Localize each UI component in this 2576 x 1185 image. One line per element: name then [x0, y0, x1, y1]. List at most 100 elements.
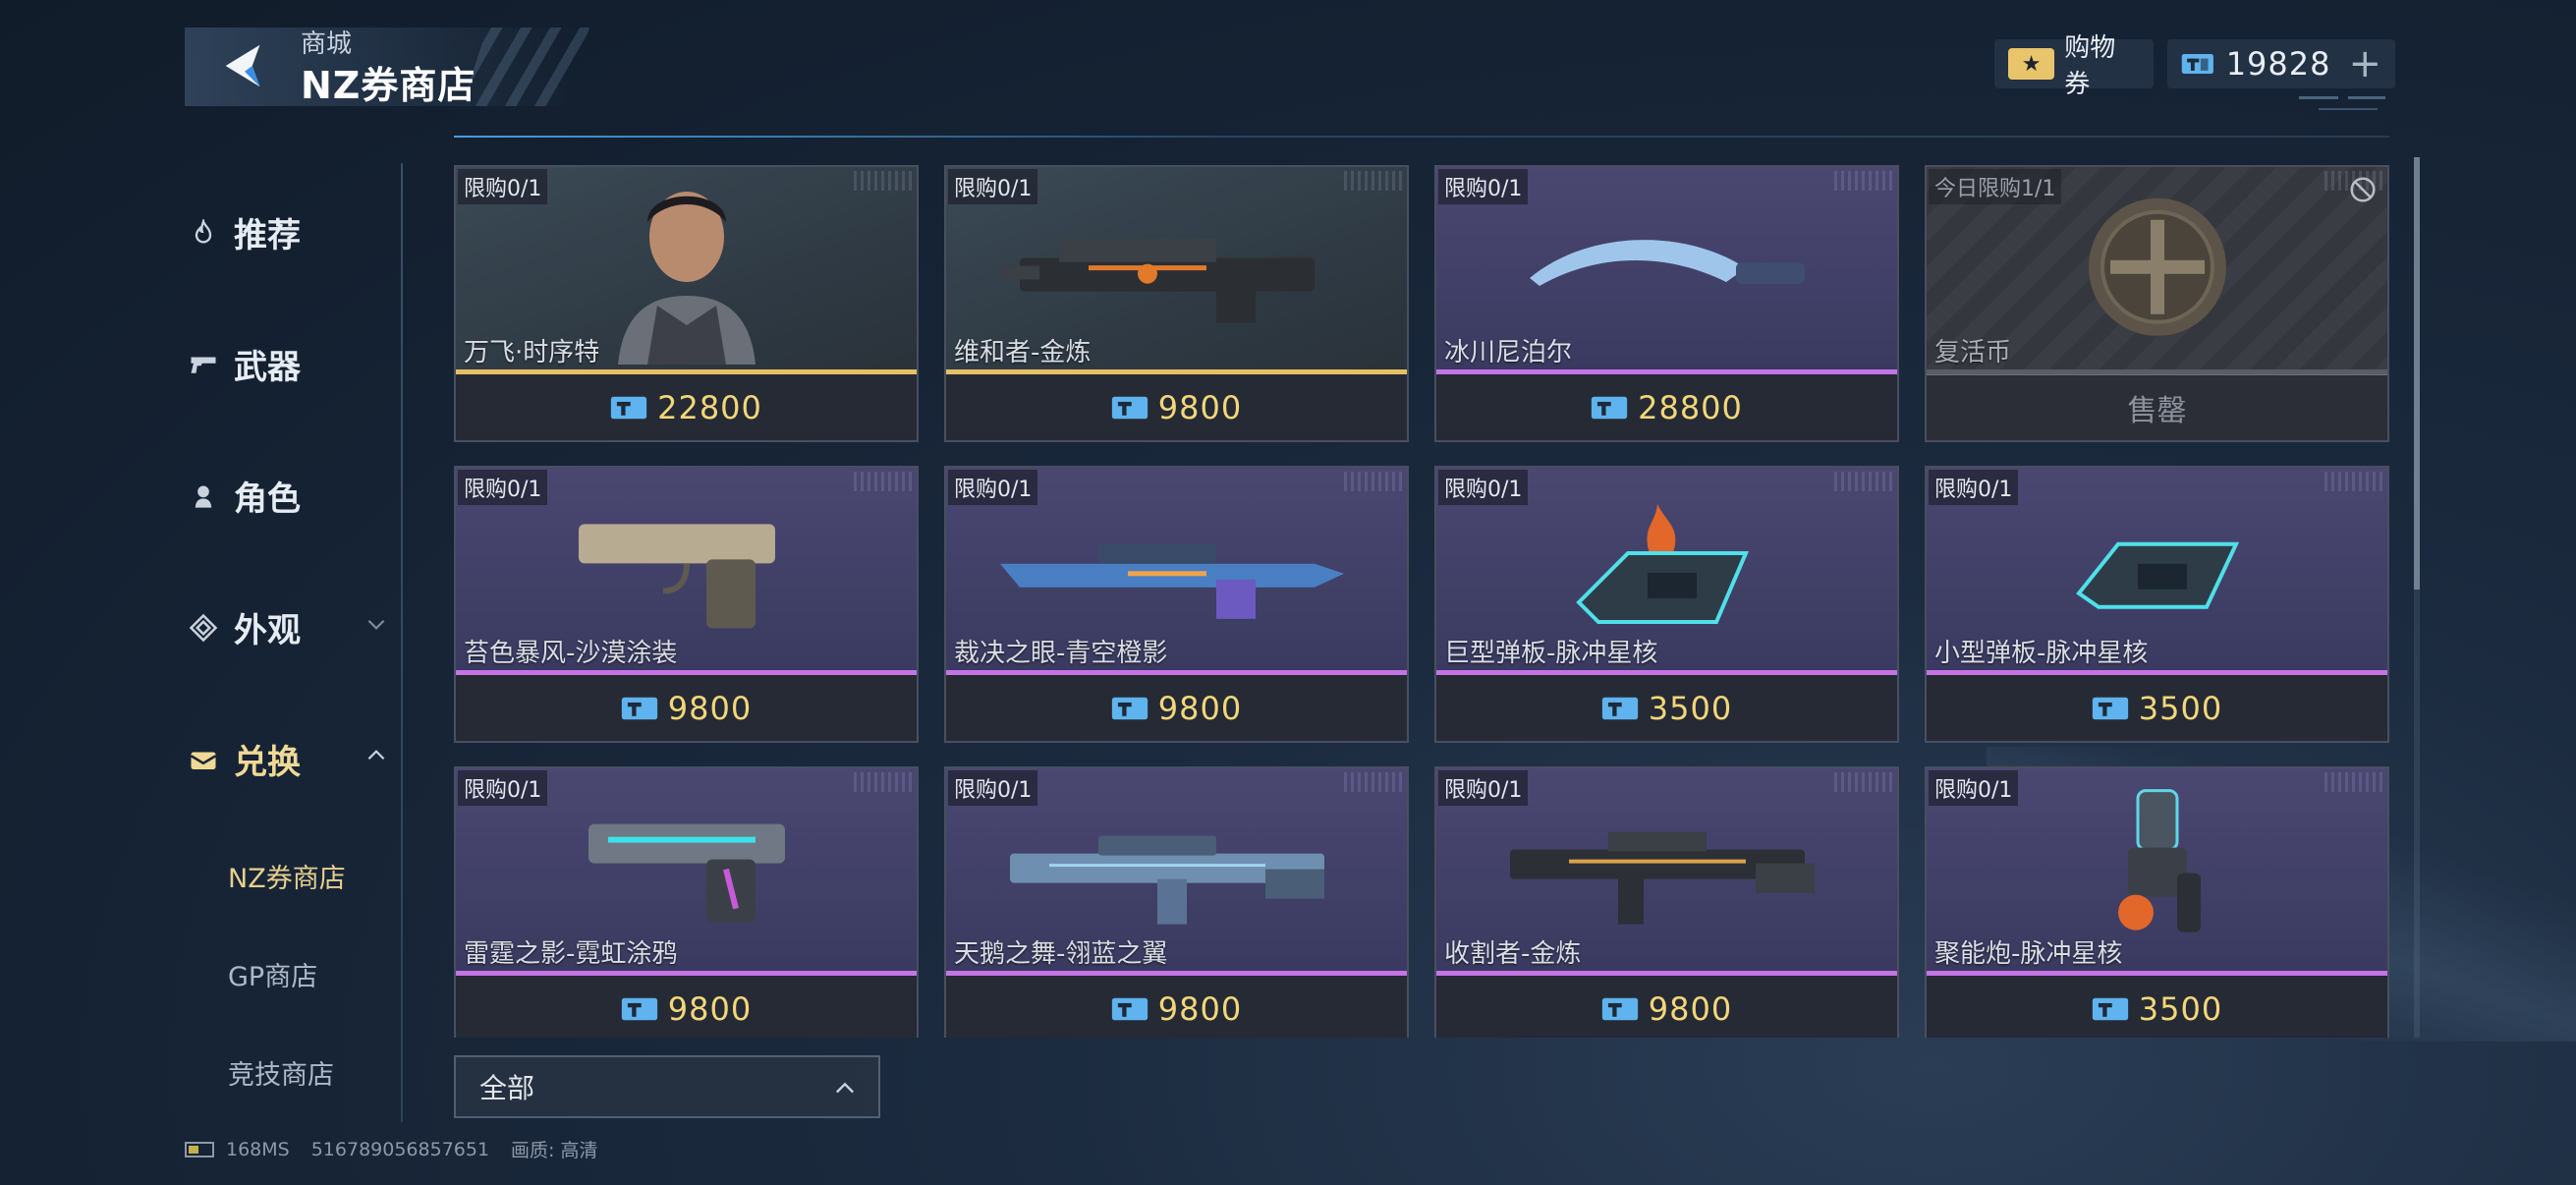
shotgun-icon [1509, 831, 1815, 925]
nz-coupon-icon [610, 396, 647, 419]
item-name: 冰川尼泊尔 [1444, 338, 1573, 367]
price-button[interactable]: 9800 [946, 675, 1407, 741]
shop-item-card[interactable]: 限购0/1 聚能炮-脉冲星核 3500 [1925, 766, 2389, 1038]
item-name: 复活币 [1934, 338, 2012, 367]
coupon-label: 购物券 [2064, 33, 2116, 99]
price-button[interactable]: 3500 [1927, 675, 2387, 741]
shop-item-card[interactable]: 限购0/1 收割者-金炼 9800 [1434, 766, 1899, 1038]
hud-decoration-icon [2299, 96, 2385, 110]
item-price: 3500 [2138, 989, 2223, 1028]
price-button[interactable]: 3500 [1927, 976, 2387, 1038]
price-button[interactable]: 22800 [456, 374, 917, 440]
add-currency-button[interactable]: + [2348, 44, 2381, 84]
shop-item-card[interactable]: 今日限购1/1 复活币 售罄 [1925, 165, 2389, 442]
nz-coupon-icon [621, 997, 657, 1020]
sold-out-button: 售罄 [1927, 374, 2387, 440]
item-price: 3500 [2138, 689, 2223, 727]
sidebar-item-appearance[interactable]: 外观 [187, 603, 301, 651]
price-button[interactable]: 9800 [1436, 976, 1897, 1038]
shop-item-card[interactable]: 限购0/1 雷霆之影-霓虹涂鸦 9800 [454, 766, 919, 1038]
sidebar-item-label: 武器 [234, 348, 301, 387]
rifle-icon [999, 238, 1315, 323]
shop-item-card[interactable]: 限购0/1 巨型弹板-脉冲星核 3500 [1434, 466, 1899, 743]
shop-item-card[interactable]: 限购0/1 万飞·时序特 22800 [454, 165, 919, 442]
rarity-bar [1436, 369, 1897, 374]
rarity-bar [456, 369, 917, 374]
item-name: 雷霆之影-霓虹涂鸦 [464, 939, 678, 969]
diamond-icon [187, 611, 220, 645]
chevron-up-icon [836, 1082, 854, 1094]
graphics-quality: 画质: 高清 [511, 1140, 598, 1161]
nz-amount: 19828 [2225, 45, 2331, 83]
sidebar-item-recommend[interactable]: 推荐 [187, 208, 301, 256]
pistol-icon [588, 823, 785, 923]
knife-icon [1529, 239, 1805, 286]
user-id: 516789056857651 [310, 1138, 490, 1160]
item-name: 维和者-金炼 [954, 338, 1092, 367]
sidebar-item-weapons[interactable]: 武器 [187, 340, 301, 388]
item-price: 28800 [1638, 388, 1743, 426]
shop-item-card[interactable]: 限购0/1 裁决之眼-青空橙影 9800 [944, 466, 1409, 743]
sidebar-item-label: 兑换 [234, 743, 301, 782]
purchase-limit-badge: 限购0/1 [1438, 770, 1529, 806]
price-button[interactable]: 9800 [946, 374, 1407, 440]
rarity-bar [1436, 670, 1897, 675]
shop-item-card[interactable]: 限购0/1 天鹅之舞-翎蓝之翼 9800 [944, 766, 1409, 1038]
rarity-bar [456, 971, 917, 976]
rarity-bar [946, 369, 1407, 374]
rarity-bar [946, 670, 1407, 675]
rarity-bar [456, 670, 917, 675]
revive-coin-icon [2088, 198, 2226, 336]
coupon-balance[interactable]: ★ 购物券 [1994, 33, 2154, 99]
rarity-bar [1927, 670, 2387, 675]
item-price: 9800 [1157, 989, 1243, 1028]
nz-coupon-icon [621, 697, 657, 719]
nz-coupon-icon [1591, 396, 1628, 419]
rarity-bar [1927, 971, 2387, 976]
shop-item-card[interactable]: 限购0/1 小型弹板-脉冲星核 3500 [1925, 466, 2389, 743]
item-price: 9800 [1157, 689, 1243, 727]
item-name: 裁决之眼-青空橙影 [954, 639, 1168, 668]
item-name: 天鹅之舞-翎蓝之翼 [954, 939, 1168, 969]
sold-out-icon [2350, 177, 2376, 202]
purchase-limit-badge: 限购0/1 [458, 770, 548, 806]
shop-item-card[interactable]: 限购0/1 苔色暴风-沙漠涂装 9800 [454, 466, 919, 743]
nz-coupon-icon [2092, 997, 2128, 1020]
sidebar-subitem-competitive-shop[interactable]: 竞技商店 [228, 1053, 334, 1092]
nz-coupon-icon [2092, 697, 2128, 719]
rarity-bar [1927, 369, 2387, 374]
item-name: 小型弹板-脉冲星核 [1934, 639, 2149, 668]
item-name: 聚能炮-脉冲星核 [1934, 939, 2123, 969]
price-button[interactable]: 9800 [946, 976, 1407, 1038]
sidebar-item-characters[interactable]: 角色 [187, 472, 301, 520]
sidebar-divider [401, 163, 403, 1122]
item-grid: 限购0/1 万飞·时序特 22800 限购0/1 维和者-金炼 9800 限购0… [454, 163, 2394, 1038]
sidebar-subitem-nz-shop[interactable]: NZ券商店 [228, 857, 346, 895]
purchase-limit-badge: 今日限购1/1 [1929, 169, 2062, 204]
sidebar-item-exchange[interactable]: 兑换 [187, 735, 301, 783]
sidebar-item-label: 角色 [234, 480, 301, 519]
purchase-limit-badge: 限购0/1 [948, 470, 1038, 505]
person-icon [187, 480, 220, 513]
price-button[interactable]: 3500 [1436, 675, 1897, 741]
purchase-limit-badge: 限购0/1 [948, 770, 1038, 806]
item-price: 9800 [1157, 388, 1243, 426]
back-button[interactable] [214, 35, 275, 96]
launch-pad-large-icon [1575, 503, 1749, 624]
sold-out-label: 售罄 [2127, 394, 2187, 428]
scrollbar-thumb[interactable] [2414, 157, 2420, 590]
energy-cannon-icon [2117, 788, 2201, 932]
item-name: 万飞·时序特 [464, 338, 600, 367]
price-button[interactable]: 28800 [1436, 374, 1897, 440]
purchase-limit-badge: 限购0/1 [458, 169, 548, 204]
price-button[interactable]: 9800 [456, 976, 917, 1038]
shop-item-card[interactable]: 限购0/1 冰川尼泊尔 28800 [1434, 165, 1899, 442]
launch-pad-small-icon [2075, 541, 2239, 609]
chevron-up-icon[interactable] [364, 743, 389, 768]
shop-item-card[interactable]: 限购0/1 维和者-金炼 9800 [944, 165, 1409, 442]
category-filter-dropdown[interactable]: 全部 [454, 1055, 880, 1118]
sidebar-subitem-gp-shop[interactable]: GP商店 [228, 955, 317, 993]
price-button[interactable]: 9800 [456, 675, 917, 741]
chevron-down-icon[interactable] [364, 611, 389, 637]
ping-readout: 168MS [226, 1138, 290, 1160]
